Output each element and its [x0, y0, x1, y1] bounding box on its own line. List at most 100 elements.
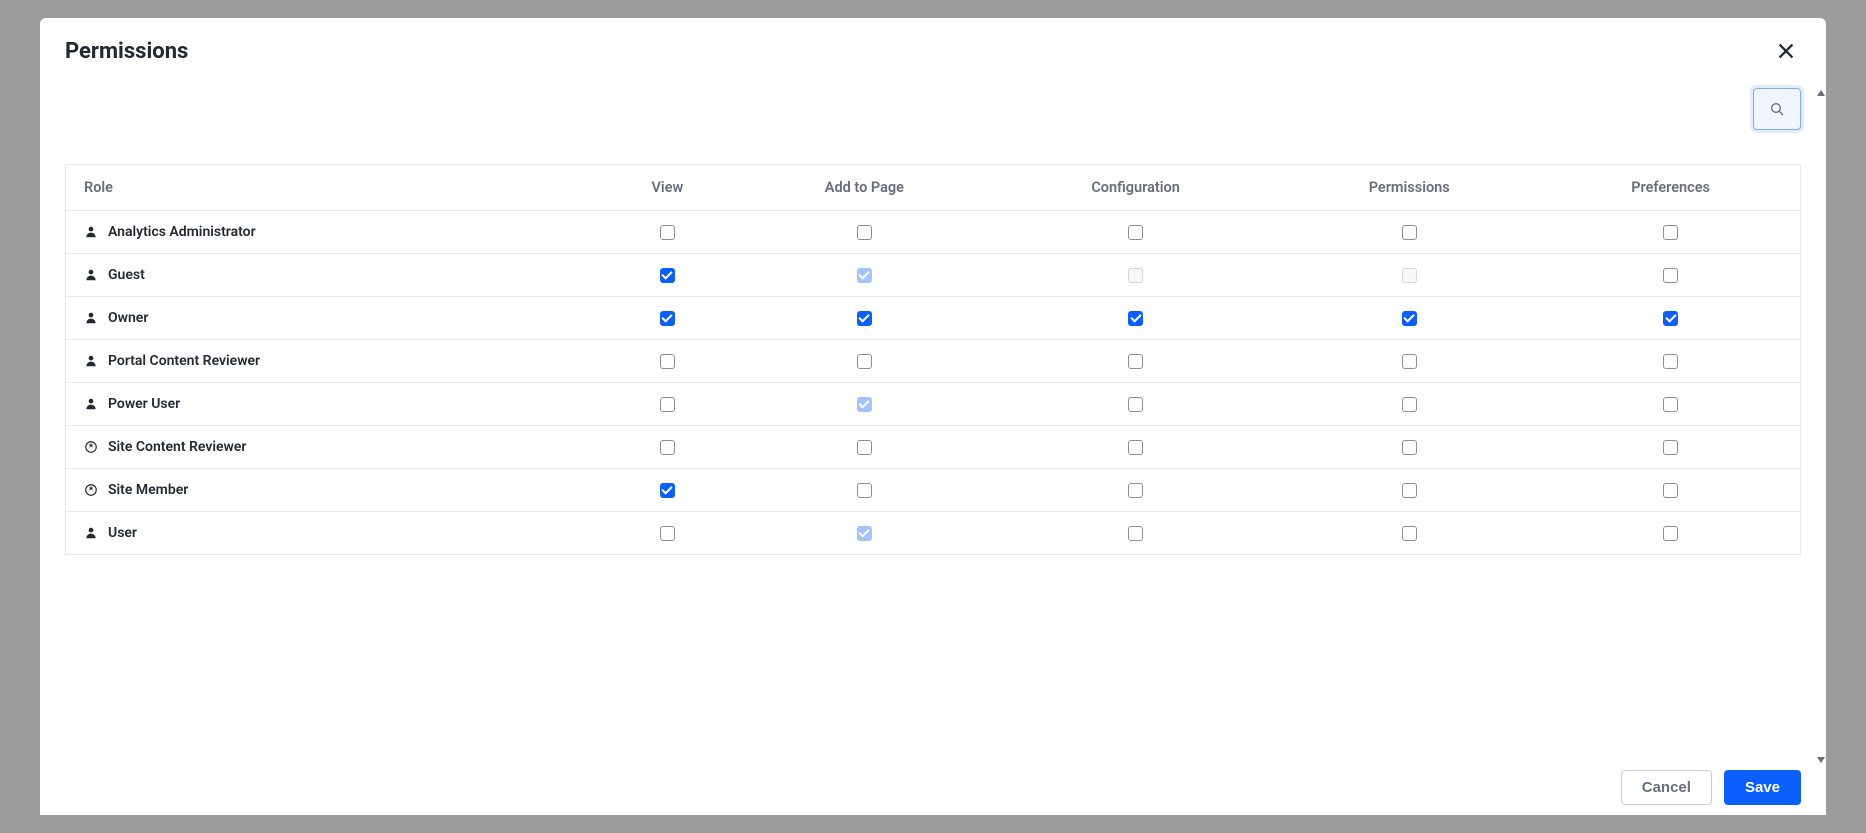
- cancel-button[interactable]: Cancel: [1621, 770, 1712, 805]
- perm-cell: [1541, 297, 1800, 340]
- perm-checkbox[interactable]: [1663, 397, 1678, 412]
- perm-cell: [600, 512, 735, 555]
- permissions-modal: Permissions Role View Add to Page: [40, 18, 1826, 815]
- perm-cell: [994, 254, 1277, 297]
- perm-checkbox[interactable]: [1128, 354, 1143, 369]
- perm-cell: [994, 426, 1277, 469]
- perm-checkbox[interactable]: [1402, 225, 1417, 240]
- perm-checkbox[interactable]: [1402, 440, 1417, 455]
- perm-checkbox[interactable]: [1128, 397, 1143, 412]
- perm-checkbox[interactable]: [1402, 311, 1417, 326]
- role-name: Site Member: [108, 482, 188, 498]
- perm-cell: [994, 340, 1277, 383]
- perm-cell: [735, 383, 994, 426]
- perm-checkbox[interactable]: [1663, 311, 1678, 326]
- perm-cell: [994, 211, 1277, 254]
- user-icon: [84, 526, 98, 540]
- perm-checkbox[interactable]: [1128, 311, 1143, 326]
- permissions-table: Role View Add to Page Configuration Perm…: [65, 164, 1801, 555]
- col-role: Role: [66, 165, 600, 211]
- table-row: Analytics Administrator: [66, 211, 1801, 254]
- perm-checkbox: [857, 397, 872, 412]
- table-body: Analytics Administrator Guest Owner Portal …: [66, 211, 1801, 555]
- role-cell: User: [66, 512, 600, 555]
- modal-body: Role View Add to Page Configuration Perm…: [40, 76, 1826, 758]
- perm-checkbox[interactable]: [1663, 354, 1678, 369]
- role-name: Site Content Reviewer: [108, 439, 246, 455]
- perm-cell: [600, 254, 735, 297]
- perm-cell: [600, 340, 735, 383]
- perm-cell: [994, 512, 1277, 555]
- close-button[interactable]: [1771, 36, 1801, 66]
- perm-cell: [600, 297, 735, 340]
- perm-checkbox[interactable]: [660, 268, 675, 283]
- perm-checkbox[interactable]: [1128, 483, 1143, 498]
- perm-checkbox[interactable]: [660, 397, 675, 412]
- perm-checkbox[interactable]: [660, 483, 675, 498]
- search-button[interactable]: [1753, 88, 1801, 130]
- col-preferences: Preferences: [1541, 165, 1800, 211]
- perm-checkbox[interactable]: [1128, 225, 1143, 240]
- perm-checkbox[interactable]: [857, 225, 872, 240]
- role-cell: Guest: [66, 254, 600, 297]
- perm-cell: [600, 211, 735, 254]
- role-cell: Power User: [66, 383, 600, 426]
- perm-cell: [1277, 254, 1541, 297]
- user-icon: [84, 225, 98, 239]
- perm-checkbox[interactable]: [1402, 483, 1417, 498]
- user-icon: [84, 311, 98, 325]
- table-head: Role View Add to Page Configuration Perm…: [66, 165, 1801, 211]
- perm-checkbox[interactable]: [857, 354, 872, 369]
- perm-checkbox[interactable]: [1663, 440, 1678, 455]
- perm-cell: [994, 383, 1277, 426]
- perm-cell: [735, 469, 994, 512]
- table-row: Site Member: [66, 469, 1801, 512]
- col-view: View: [600, 165, 735, 211]
- perm-checkbox[interactable]: [1402, 526, 1417, 541]
- col-configuration: Configuration: [994, 165, 1277, 211]
- perm-cell: [1277, 469, 1541, 512]
- role-name: Owner: [108, 310, 148, 326]
- save-button[interactable]: Save: [1724, 770, 1801, 805]
- role-cell: Analytics Administrator: [66, 211, 600, 254]
- toolbar: [65, 76, 1801, 164]
- perm-checkbox[interactable]: [660, 440, 675, 455]
- col-permissions: Permissions: [1277, 165, 1541, 211]
- perm-cell: [1541, 211, 1800, 254]
- perm-checkbox[interactable]: [857, 483, 872, 498]
- perm-checkbox[interactable]: [857, 311, 872, 326]
- perm-cell: [1541, 254, 1800, 297]
- perm-cell: [1541, 426, 1800, 469]
- perm-checkbox[interactable]: [857, 440, 872, 455]
- site-icon: [84, 440, 98, 454]
- perm-checkbox[interactable]: [660, 311, 675, 326]
- perm-cell: [1541, 469, 1800, 512]
- table-row: Guest: [66, 254, 1801, 297]
- perm-checkbox[interactable]: [1402, 397, 1417, 412]
- perm-checkbox[interactable]: [1663, 483, 1678, 498]
- perm-checkbox[interactable]: [1402, 354, 1417, 369]
- perm-cell: [1541, 340, 1800, 383]
- table-row: Site Content Reviewer: [66, 426, 1801, 469]
- table-row: Portal Content Reviewer: [66, 340, 1801, 383]
- table-row: Power User: [66, 383, 1801, 426]
- perm-cell: [1277, 297, 1541, 340]
- role-cell: Site Member: [66, 469, 600, 512]
- perm-checkbox[interactable]: [1128, 440, 1143, 455]
- perm-cell: [1277, 512, 1541, 555]
- perm-cell: [600, 469, 735, 512]
- perm-cell: [735, 512, 994, 555]
- perm-checkbox[interactable]: [1663, 268, 1678, 283]
- role-name: Analytics Administrator: [108, 224, 256, 240]
- perm-checkbox: [1128, 268, 1143, 283]
- role-name: Portal Content Reviewer: [108, 353, 260, 369]
- perm-cell: [600, 426, 735, 469]
- perm-checkbox[interactable]: [1663, 526, 1678, 541]
- perm-checkbox[interactable]: [660, 526, 675, 541]
- perm-checkbox[interactable]: [1128, 526, 1143, 541]
- perm-cell: [1277, 426, 1541, 469]
- perm-checkbox[interactable]: [660, 354, 675, 369]
- perm-checkbox[interactable]: [1663, 225, 1678, 240]
- perm-cell: [735, 426, 994, 469]
- perm-checkbox[interactable]: [660, 225, 675, 240]
